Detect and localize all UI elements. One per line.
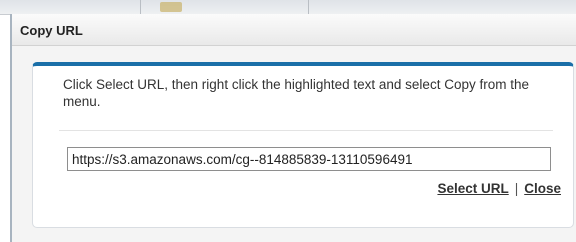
- select-url-link[interactable]: Select URL: [437, 181, 508, 196]
- action-separator: |: [514, 181, 519, 196]
- instructions-text: Click Select URL, then right click the h…: [63, 77, 529, 109]
- close-link[interactable]: Close: [524, 181, 561, 196]
- background-window-strip: [0, 0, 576, 15]
- divider: [59, 130, 553, 131]
- dialog-header: Copy URL: [12, 14, 576, 46]
- background-image-thumbnail: [160, 2, 182, 12]
- dialog-panel: Click Select URL, then right click the h…: [32, 62, 574, 228]
- dialog-title: Copy URL: [20, 23, 83, 38]
- background-tab-divider: [140, 0, 141, 14]
- dialog-actions: Select URL | Close: [437, 181, 561, 196]
- copy-url-dialog: Copy URL Click Select URL, then right cl…: [10, 14, 576, 242]
- background-tab-divider: [308, 0, 309, 14]
- url-field[interactable]: [67, 147, 551, 171]
